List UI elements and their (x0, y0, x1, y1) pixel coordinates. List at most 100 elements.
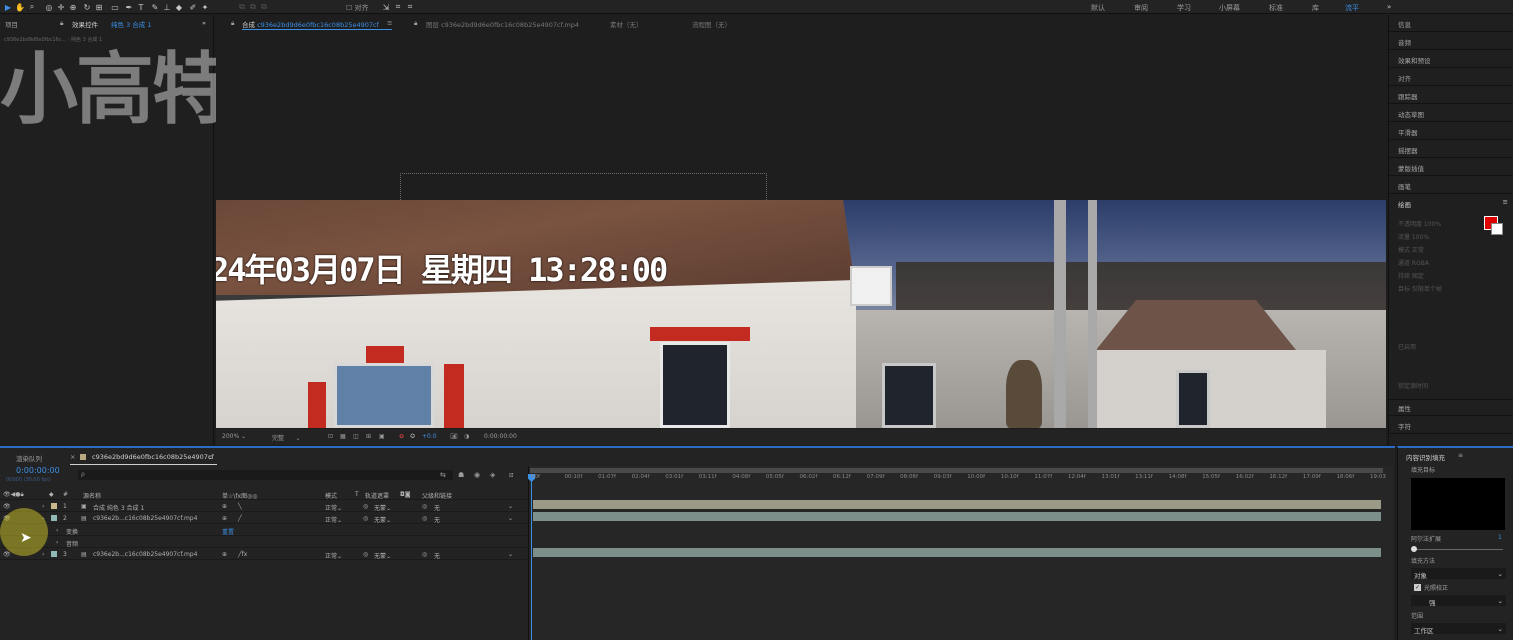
pan-behind-tool-icon[interactable]: ✛ (56, 2, 66, 12)
exposure-value[interactable]: +0.0 (422, 433, 437, 440)
layer-trkmat[interactable]: 无蒙⌄ (374, 503, 391, 512)
paint-menu-icon[interactable]: ≡ (1503, 198, 1508, 206)
panel-tracker[interactable]: 跟踪器 (1389, 87, 1513, 104)
trkmat-icon[interactable]: ◎ (363, 551, 368, 558)
quality-switch-icon[interactable]: ╱ (238, 515, 242, 522)
channel-icon[interactable]: ✿ (399, 433, 404, 440)
label-color-swatch[interactable] (51, 503, 57, 509)
layer-row[interactable]: 👁︎ › 3 ▤ c936e2b...c16c08b25e4907cf.mp4 … (0, 548, 527, 560)
viewer-timecode[interactable]: 0:00:00:00 (484, 433, 517, 440)
timeline-menu-icon[interactable]: ≡ (208, 453, 213, 461)
zoom-select[interactable]: 200% ⌄ (222, 433, 246, 440)
panel-info[interactable]: 信息 (1389, 15, 1513, 32)
draft-3d-icon[interactable]: ☗ (458, 471, 464, 479)
layer-trkmat[interactable]: 无蒙⌄ (374, 515, 391, 524)
layer-mode[interactable]: 正常⌄ (325, 551, 342, 560)
expand-chevron-icon[interactable]: › (42, 503, 44, 510)
layer-row[interactable]: 👁︎ › 1 ▣ 合成 纯色 3 合成 1 ⊕ ╲ 正常⌄ ◎ 无蒙⌄ ◎ 无 … (0, 500, 527, 512)
mask-visibility-icon[interactable]: ◫ (353, 433, 359, 440)
expand-chevron-icon[interactable]: › (42, 551, 44, 558)
layer-row[interactable]: 👁︎ › 2 ▤ c936e2b...c16c08b25e4907cf.mp4 … (0, 512, 527, 524)
snap-icon[interactable]: ⇲ (381, 2, 391, 12)
expand-chevron-icon[interactable]: › (56, 527, 58, 534)
panel-overflow-icon[interactable]: » (202, 19, 206, 27)
collapse-switch-icon[interactable]: ⊕ (222, 551, 227, 558)
resolution-select[interactable]: 完整 ⌄ (272, 433, 301, 442)
fx-switch-icon[interactable]: ╱fx (238, 551, 247, 558)
tab-footage[interactable]: 素材（无） (610, 19, 643, 29)
tab-timeline-comp[interactable]: c936e2bd9d6e0fbc16c08b25e4907cf (92, 453, 214, 461)
pickwhip-icon[interactable]: ◎ (422, 503, 427, 510)
world-axis-icon[interactable]: ⧉ (248, 2, 258, 12)
timeline-close-icon[interactable]: × (70, 453, 75, 461)
eraser-tool-icon[interactable]: ◆ (174, 2, 184, 12)
alpha-expand-value[interactable]: 1 (1498, 534, 1502, 541)
grid-icon[interactable]: ⊞ (366, 433, 371, 440)
layer-parent[interactable]: 无 (434, 515, 440, 524)
tab-flowchart[interactable]: 流程图（无） (692, 19, 731, 29)
graph-editor-icon[interactable]: ⧄ (509, 471, 513, 480)
show-snapshot-icon[interactable]: ◑ (464, 433, 469, 440)
current-timecode[interactable]: 0:00:00:00 (16, 466, 60, 475)
panel-character[interactable]: 字符 (1389, 417, 1513, 434)
trkmat-icon[interactable]: ◎ (363, 515, 368, 522)
lighting-correction-checkbox[interactable]: ✓ (1414, 584, 1421, 591)
snapshot-icon[interactable]: 📷︎ (450, 433, 458, 440)
dolly-tool-icon[interactable]: ⊕ (68, 2, 78, 12)
collapse-switch-icon[interactable]: ⊕ (222, 515, 227, 522)
workspace-default[interactable]: 默认 (1091, 3, 1105, 13)
clone-stamp-tool-icon[interactable]: ⊥ (162, 2, 172, 12)
layer-lock-icon[interactable]: 🔒︎ (414, 19, 417, 28)
collapse-switch-icon[interactable]: ⊕ (222, 503, 227, 510)
layer-name[interactable]: c936e2b...c16c08b25e4907cf.mp4 (93, 515, 197, 522)
more-workspaces-icon[interactable]: » (1387, 3, 1391, 11)
tab-composition[interactable]: 合成 c936e2bd9d6e0fbc16c08b25e4907cf (242, 19, 379, 29)
expand-chevron-icon[interactable]: › (56, 539, 58, 546)
snap-toggle[interactable]: ☐ 对齐 (346, 3, 369, 13)
exposure-icon[interactable]: ✪ (410, 433, 415, 440)
work-area-bar[interactable] (530, 468, 1383, 473)
orbit-tool-icon[interactable]: ◎ (44, 2, 54, 12)
tab-layer[interactable]: 图层 c936e2bd9d6e0fbc16c08b25e4907cf.mp4 (426, 19, 579, 29)
visibility-icon[interactable]: 👁︎ (3, 551, 11, 558)
snap-features-icon[interactable]: ⌗ (405, 2, 415, 12)
property-group-row[interactable]: › 音频 (0, 536, 527, 548)
fill-method-select[interactable]: 对象 ⌄ (1411, 568, 1506, 580)
layer-parent[interactable]: 无 (434, 551, 440, 560)
label-color-swatch[interactable] (51, 515, 57, 521)
panel-align[interactable]: 对齐 (1389, 69, 1513, 86)
workspace-libraries[interactable]: 库 (1312, 3, 1319, 13)
layer-bar[interactable] (533, 512, 1381, 521)
layer-search-input[interactable]: ρ (78, 470, 453, 480)
header-source-name[interactable]: 源名称 (83, 491, 101, 500)
frame-blending-icon[interactable]: ◈ (490, 471, 495, 479)
workspace-standard[interactable]: 标准 (1269, 3, 1283, 13)
layer-name[interactable]: c936e2b...c16c08b25e4907cf.mp4 (93, 551, 197, 558)
lighting-correction-select[interactable]: 强 ⌄ (1411, 595, 1506, 607)
selection-tool-icon[interactable]: ▶ (3, 2, 13, 12)
tab-render-queue[interactable]: 渲染队列 (16, 453, 42, 463)
view-axis-icon[interactable]: ⧉ (259, 2, 269, 12)
header-mode[interactable]: 模式 (325, 491, 337, 500)
quality-switch-icon[interactable]: ╲ (238, 503, 242, 510)
range-select[interactable]: 工作区 ⌄ (1411, 623, 1506, 635)
region-of-interest-icon[interactable]: ⊡ (328, 433, 333, 440)
puppet-pin-tool-icon[interactable]: ✦ (200, 2, 210, 12)
alpha-expand-slider-track[interactable] (1413, 549, 1503, 550)
comp-lock-icon[interactable]: 🔒︎ (231, 19, 234, 28)
layer-mode[interactable]: 正常⌄ (325, 503, 342, 512)
parent-dropdown-icon[interactable]: ⌄ (508, 515, 513, 522)
zoom-tool-icon[interactable]: ⌕ (27, 2, 37, 12)
parent-dropdown-icon[interactable]: ⌄ (508, 551, 513, 558)
label-color-swatch[interactable] (51, 551, 57, 557)
hand-tool-icon[interactable]: ✋ (15, 2, 25, 12)
panel-properties[interactable]: 属性 (1389, 399, 1513, 416)
comp-menu-icon[interactable]: ≡ (387, 19, 392, 27)
type-tool-icon[interactable]: T (136, 2, 146, 12)
layer-parent[interactable]: 无 (434, 503, 440, 512)
layer-bar[interactable] (533, 548, 1381, 557)
workspace-small-screen[interactable]: 小屏幕 (1219, 3, 1240, 13)
layer-name[interactable]: 合成 纯色 3 合成 1 (93, 503, 144, 512)
transform-reset-link[interactable]: 重置 (222, 527, 234, 536)
workspace-review[interactable]: 审阅 (1134, 3, 1148, 13)
